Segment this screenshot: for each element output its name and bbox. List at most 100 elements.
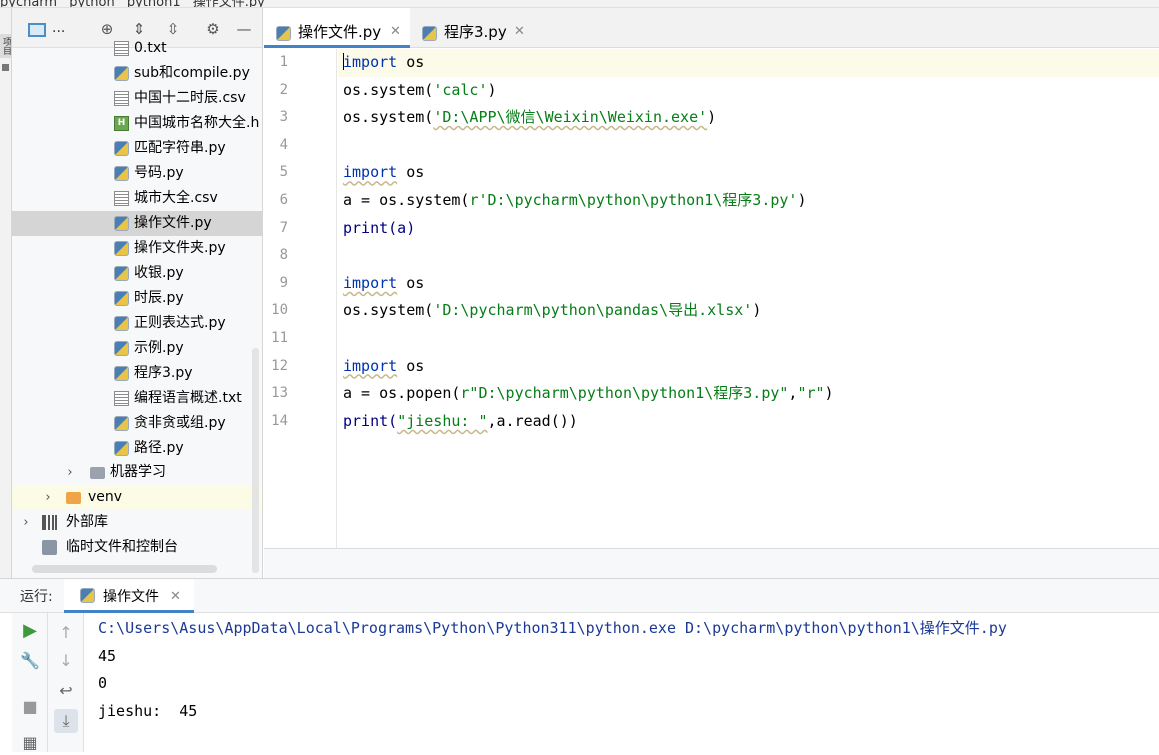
tree-file[interactable]: 程序3.py bbox=[12, 361, 262, 386]
code-line[interactable]: print("jieshu: ",a.read()) bbox=[338, 408, 1159, 436]
code-text: os.system( bbox=[343, 80, 434, 99]
structure-tool-icon[interactable] bbox=[2, 64, 9, 71]
tab-operate-file[interactable]: 操作文件.py ✕ bbox=[264, 8, 410, 48]
line-number: 4 bbox=[279, 136, 288, 153]
breadcrumb-bar: pycharm python python1 操作文件.py bbox=[0, 0, 1159, 8]
tab-program3[interactable]: 程序3.py ✕ bbox=[410, 8, 538, 48]
string-literal: "r" bbox=[797, 384, 825, 403]
code-line[interactable]: print(a) bbox=[338, 215, 1159, 243]
tree-external-libraries[interactable]: › 外部库 bbox=[12, 510, 262, 535]
project-view-selector[interactable]: ... bbox=[52, 20, 65, 36]
code-line[interactable]: import os bbox=[338, 49, 1159, 77]
tree-file[interactable]: 正则表达式.py bbox=[12, 311, 262, 336]
python-file-icon bbox=[114, 266, 129, 281]
folder-icon bbox=[90, 467, 105, 479]
tree-file[interactable]: 城市大全.csv bbox=[12, 186, 262, 211]
line-number: 8 bbox=[279, 247, 288, 264]
tree-file[interactable]: 匹配字符串.py bbox=[12, 136, 262, 161]
code-line[interactable]: a = os.popen(r"D:\pycharm\python\python1… bbox=[338, 380, 1159, 408]
arrow-up-icon[interactable]: ↑ bbox=[54, 621, 78, 645]
python-file-icon bbox=[114, 216, 129, 231]
soft-wrap-icon[interactable]: ↩ bbox=[54, 679, 78, 703]
code-text: ,a.read()) bbox=[487, 411, 578, 430]
file-label: 中国十二时辰.csv bbox=[134, 90, 246, 106]
code-text: ) bbox=[824, 384, 834, 403]
layout-icon[interactable]: ▦ bbox=[18, 731, 42, 755]
wrench-icon[interactable]: 🔧 bbox=[18, 649, 42, 673]
library-icon bbox=[42, 515, 57, 530]
breadcrumb-item[interactable]: python bbox=[69, 0, 114, 7]
code-line[interactable]: os.system('D:\pycharm\python\pandas\导出.x… bbox=[338, 297, 1159, 325]
keyword: import bbox=[343, 163, 398, 182]
line-number: 1 bbox=[279, 54, 288, 70]
tree-file[interactable]: H 中国城市名称大全.h bbox=[12, 111, 262, 136]
tree-file[interactable]: 操作文件夹.py bbox=[12, 236, 262, 261]
code-text: os bbox=[397, 53, 425, 71]
code-line-empty[interactable] bbox=[338, 132, 1159, 160]
tree-file-selected[interactable]: 操作文件.py bbox=[12, 211, 262, 236]
tree-file[interactable]: 中国十二时辰.csv bbox=[12, 86, 262, 111]
code-area[interactable]: import os os.system('calc') os.system('D… bbox=[338, 49, 1159, 548]
folder-label: venv bbox=[88, 489, 123, 505]
close-icon[interactable]: ✕ bbox=[170, 579, 181, 615]
tree-file[interactable]: 号码.py bbox=[12, 161, 262, 186]
tree-file[interactable]: 收银.py bbox=[12, 261, 262, 286]
tree-file[interactable]: sub和compile.py bbox=[12, 61, 262, 86]
console-output[interactable]: C:\Users\Asus\AppData\Local\Programs\Pyt… bbox=[84, 613, 1159, 752]
folder-icon bbox=[66, 492, 81, 504]
run-tab-label: 操作文件 bbox=[103, 589, 159, 605]
code-line[interactable]: import os bbox=[338, 353, 1159, 381]
python-file-icon bbox=[114, 241, 129, 256]
code-line-empty[interactable] bbox=[338, 242, 1159, 270]
arrow-down-icon[interactable]: ↓ bbox=[54, 649, 78, 673]
tree-file[interactable]: 时辰.py bbox=[12, 286, 262, 311]
run-toolbar-secondary: ↑ ↓ ↩ ⤓ bbox=[48, 613, 84, 752]
python-file-icon bbox=[114, 141, 129, 156]
scroll-to-end-icon[interactable]: ⤓ bbox=[54, 709, 78, 733]
chevron-right-icon[interactable]: › bbox=[20, 510, 32, 535]
breadcrumb-item[interactable]: pycharm bbox=[0, 0, 57, 7]
project-view-icon[interactable] bbox=[28, 23, 46, 37]
file-label: 匹配字符串.py bbox=[134, 140, 226, 156]
python-file-icon bbox=[114, 291, 129, 306]
console-line: jieshu: 45 bbox=[98, 701, 198, 720]
tree-file[interactable]: 贪非贪或组.py bbox=[12, 411, 262, 436]
chevron-right-icon[interactable]: › bbox=[42, 485, 54, 510]
code-text: os bbox=[397, 163, 425, 182]
code-line[interactable]: os.system('D:\APP\微信\Weixin\Weixin.exe') bbox=[338, 104, 1159, 132]
line-number: 3 bbox=[279, 109, 288, 126]
code-text: a = os.system( bbox=[343, 191, 470, 209]
code-line[interactable]: import os bbox=[338, 270, 1159, 298]
code-text: os.system( bbox=[343, 108, 434, 127]
code-text: ) bbox=[487, 80, 497, 99]
tree-file[interactable]: 示例.py bbox=[12, 336, 262, 361]
line-number: 7 bbox=[279, 219, 288, 236]
code-line[interactable]: os.system('calc') bbox=[338, 77, 1159, 105]
line-number: 6 bbox=[279, 192, 288, 208]
project-tool-button[interactable]: 项目 bbox=[0, 34, 11, 58]
tree-file[interactable]: 编程语言概述.txt bbox=[12, 386, 262, 411]
tree-scratches[interactable]: 临时文件和控制台 bbox=[12, 535, 262, 560]
code-line[interactable]: a = os.system(r'D:\pycharm\python\python… bbox=[338, 187, 1159, 215]
project-horizontal-scrollbar[interactable] bbox=[32, 565, 217, 573]
python-file-icon bbox=[114, 316, 129, 331]
code-line[interactable]: import os bbox=[338, 159, 1159, 187]
tree-file[interactable]: 路径.py bbox=[12, 436, 262, 461]
chevron-right-icon[interactable]: › bbox=[64, 460, 76, 485]
rerun-play-icon[interactable]: ▶ bbox=[18, 619, 42, 643]
code-line-empty[interactable] bbox=[338, 325, 1159, 353]
stop-icon[interactable]: ■ bbox=[18, 695, 42, 719]
run-tab[interactable]: 操作文件 ✕ bbox=[64, 579, 194, 613]
tree-folder-venv[interactable]: › venv bbox=[12, 485, 262, 510]
file-label: 贪非贪或组.py bbox=[134, 415, 226, 431]
tree-file[interactable]: 0.txt bbox=[12, 36, 262, 61]
editor-bottom-strip bbox=[264, 548, 1159, 578]
tree-folder-ml[interactable]: › 机器学习 bbox=[12, 460, 262, 485]
breadcrumb-item[interactable]: python1 bbox=[127, 0, 181, 7]
code-text: ) bbox=[707, 108, 717, 127]
text-file-icon bbox=[114, 391, 129, 406]
keyword: import bbox=[343, 273, 398, 292]
folder-label: 临时文件和控制台 bbox=[66, 539, 178, 555]
project-vertical-scrollbar[interactable] bbox=[252, 348, 259, 573]
breadcrumb-item[interactable]: 操作文件.py bbox=[193, 0, 265, 7]
